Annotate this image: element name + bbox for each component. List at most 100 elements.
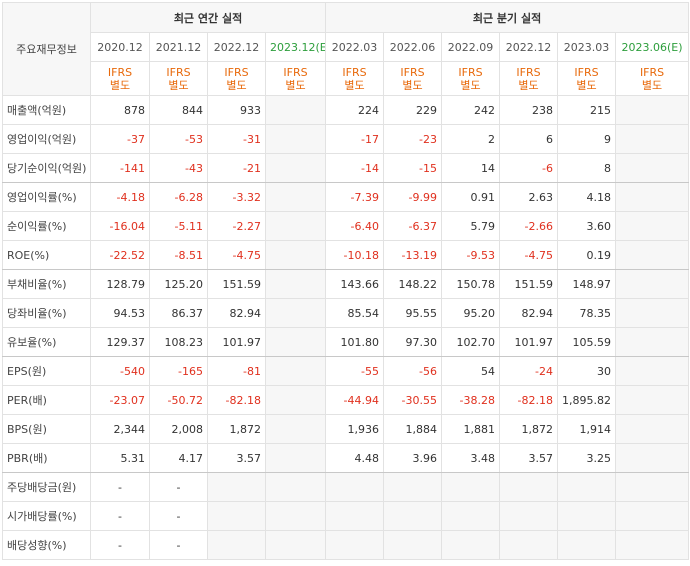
ifrs-basis-header: IFRS 별도 [383, 61, 443, 96]
table-cell: 224 [325, 95, 385, 125]
table-cell [325, 530, 385, 560]
table-cell [383, 472, 443, 502]
table-cell: - [149, 501, 208, 531]
table-cell: -7.39 [325, 182, 385, 212]
table-cell: -6.40 [325, 211, 385, 241]
table-cell: 2.63 [499, 182, 559, 212]
table-cell: -82.18 [207, 385, 266, 415]
table-cell: 86.37 [149, 298, 208, 328]
period-date-header[interactable]: 2021.12 [149, 32, 208, 62]
table-cell [615, 269, 690, 299]
period-date-text: 2022.09 [447, 40, 494, 54]
table-cell [615, 385, 690, 415]
table-cell: 1,936 [325, 414, 385, 444]
table-cell [264, 472, 327, 502]
table-cell: -13.19 [383, 240, 443, 270]
ifrs-basis-header: IFRS 별도 [207, 61, 266, 96]
table-cell [615, 327, 690, 357]
table-row: 영업이익률(%) -4.18 -6.28 -3.32 -7.39 -9.99 0.91 2.6… [2, 182, 690, 212]
table-cell: 101.97 [207, 327, 266, 357]
period-date-header[interactable]: 2022.09 [441, 32, 501, 62]
period-date-header[interactable]: 2022.12 [499, 32, 559, 62]
table-cell: -22.52 [90, 240, 150, 270]
period-date-text: 2022.12 [213, 40, 260, 54]
table-cell [264, 356, 327, 386]
table-cell: -6 [499, 153, 559, 183]
separate-basis-label: 별도 [576, 78, 597, 92]
period-date-header[interactable]: 2022.12 [207, 32, 266, 62]
table-row: 영업이익(억원) -37 -53 -31 -17 -23 2 6 9 [2, 124, 690, 154]
table-cell: -50.72 [149, 385, 208, 415]
table-cell: -24 [499, 356, 559, 386]
row-label: 주당배당금(원) [2, 472, 91, 502]
row-label: 영업이익률(%) [2, 182, 91, 212]
period-date-header[interactable]: 2022.03 [325, 32, 385, 62]
table-cell: -14 [325, 153, 385, 183]
table-row: 시가배당률(%) - - [2, 501, 690, 531]
table-cell: 14 [441, 153, 501, 183]
table-cell: -38.28 [441, 385, 501, 415]
table-cell: 878 [90, 95, 150, 125]
table-cell: 78.35 [557, 298, 617, 328]
table-cell: -82.18 [499, 385, 559, 415]
table-cell: 3.48 [441, 443, 501, 473]
table-cell: 150.78 [441, 269, 501, 299]
table-cell: 4.48 [325, 443, 385, 473]
table-cell: 1,884 [383, 414, 443, 444]
table-cell: -9.53 [441, 240, 501, 270]
table-cell [615, 356, 690, 386]
table-cell: -3.32 [207, 182, 266, 212]
table-row: BPS(원) 2,344 2,008 1,872 1,936 1,884 1,881 1,87… [2, 414, 690, 444]
table-row: EPS(원) -540 -165 -81 -55 -56 54 -24 30 [2, 356, 690, 386]
table-cell [441, 501, 501, 531]
table-cell: 143.66 [325, 269, 385, 299]
period-date-header[interactable]: 2023.12(E) [264, 32, 327, 62]
table-row: 주당배당금(원) - - [2, 472, 690, 502]
table-cell: -23 [383, 124, 443, 154]
table-row: 매출액(억원) 878 844 933 224 229 242 238 215 [2, 95, 690, 125]
table-cell [264, 182, 327, 212]
corner-header: 주요재무정보 [2, 2, 91, 96]
table-cell [325, 501, 385, 531]
table-cell [557, 472, 617, 502]
row-label: 배당성향(%) [2, 530, 91, 560]
table-cell [615, 95, 690, 125]
table-cell [264, 414, 327, 444]
period-date-header[interactable]: 2023.03 [557, 32, 617, 62]
annual-group-header: 최근 연간 실적 [89, 2, 327, 33]
table-cell [207, 501, 266, 531]
table-cell [264, 153, 327, 183]
period-date-header[interactable]: 2020.12 [90, 32, 150, 62]
period-date-header[interactable]: 2022.06 [383, 32, 443, 62]
row-label: 당좌비율(%) [2, 298, 91, 328]
table-cell: 242 [441, 95, 501, 125]
table-cell: -56 [383, 356, 443, 386]
table-cell: -6.37 [383, 211, 443, 241]
table-cell: 30 [557, 356, 617, 386]
table-cell [615, 501, 690, 531]
table-cell: -15 [383, 153, 443, 183]
table-cell: 9 [557, 124, 617, 154]
table-cell: - [90, 530, 150, 560]
table-cell: 101.80 [325, 327, 385, 357]
table-cell: -55 [325, 356, 385, 386]
table-cell [264, 385, 327, 415]
table-row: 부채비율(%) 128.79 125.20 151.59 143.66 148.22 150… [2, 269, 690, 299]
table-cell: 95.55 [383, 298, 443, 328]
period-date-header[interactable]: 2023.06(E) [615, 32, 690, 62]
table-cell: 94.53 [90, 298, 150, 328]
table-row: ROE(%) -22.52 -8.51 -4.75 -10.18 -13.19 -9.53-… [2, 240, 690, 270]
table-cell: 128.79 [90, 269, 150, 299]
separate-basis-label: 별도 [285, 78, 306, 92]
table-cell: -81 [207, 356, 266, 386]
table-row: 유보율(%) 129.37 108.23 101.97 101.80 97.30 102.7… [2, 327, 690, 357]
row-label: 유보율(%) [2, 327, 91, 357]
table-cell: 97.30 [383, 327, 443, 357]
separate-basis-label: 별도 [109, 78, 131, 92]
table-cell [499, 530, 559, 560]
table-cell [615, 211, 690, 241]
table-cell: -5.11 [149, 211, 208, 241]
table-cell: -2.27 [207, 211, 266, 241]
table-cell [264, 327, 327, 357]
separate-basis-label: 별도 [518, 78, 539, 92]
